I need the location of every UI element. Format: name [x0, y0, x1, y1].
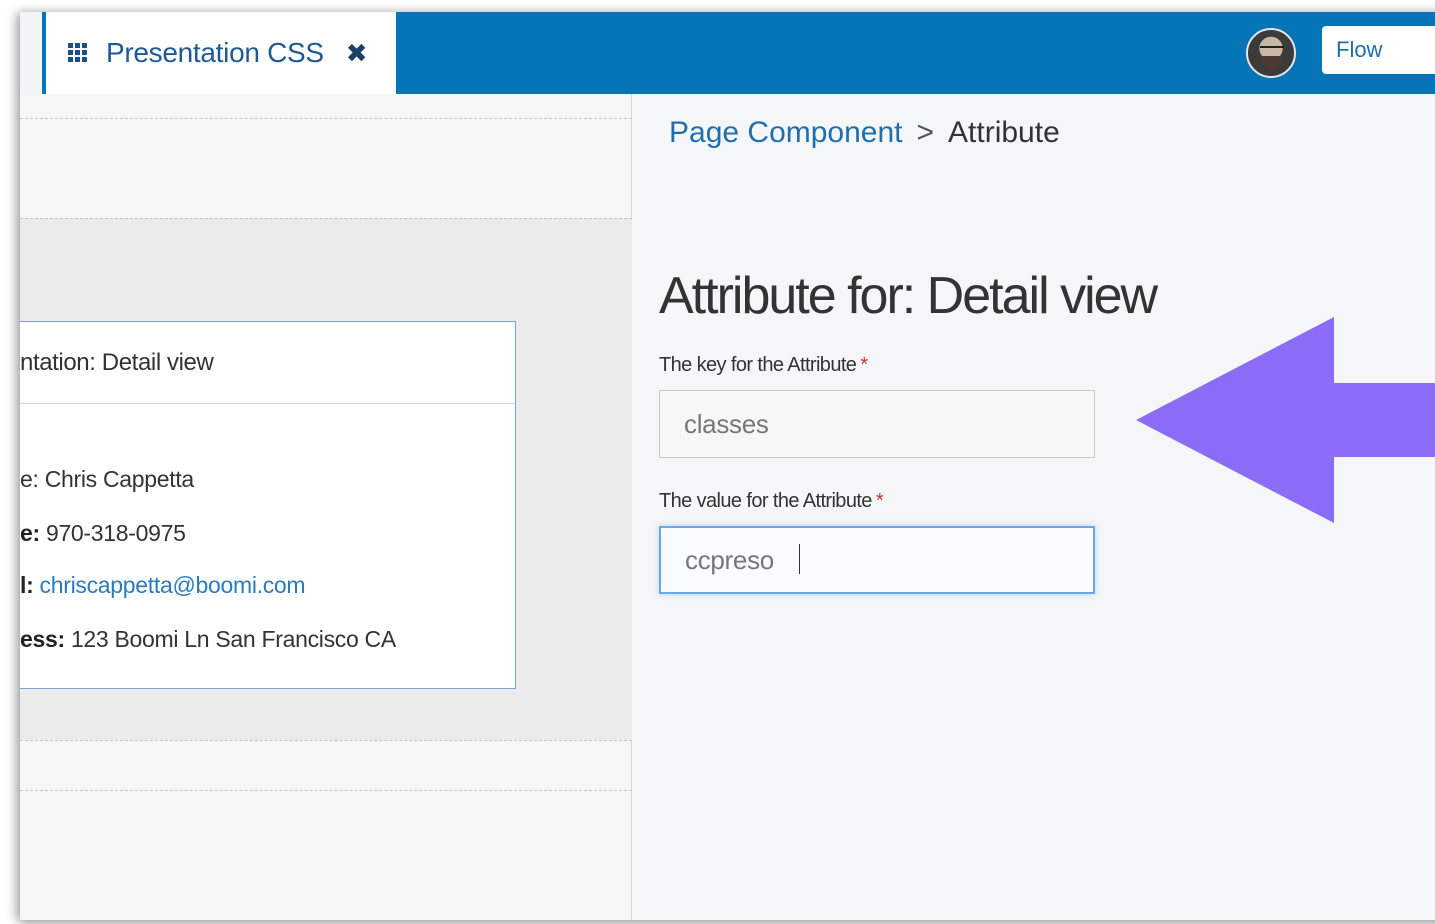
attribute-value-input[interactable] [659, 526, 1095, 594]
page-title: Attribute for: Detail view [659, 267, 1158, 325]
email-link[interactable]: chriscappetta@boomi.com [40, 572, 306, 598]
value-field-label: The value for the Attribute * [659, 490, 884, 512]
grid-icon [68, 43, 90, 63]
text-caret [799, 544, 800, 574]
card-row-email: l: chriscappetta@boomi.com [20, 572, 306, 598]
key-field-label: The key for the Attribute * [659, 354, 868, 376]
arrow-left-icon [1136, 317, 1435, 523]
close-icon[interactable]: ✖ [346, 38, 368, 69]
tab-presentation-css[interactable]: Presentation CSS ✖ [44, 12, 396, 94]
divider [20, 790, 632, 791]
card-row-phone: e: 970-318-0975 [20, 520, 186, 546]
breadcrumb-page-component[interactable]: Page Component [669, 116, 903, 149]
avatar[interactable] [1246, 28, 1296, 78]
card-row-address: ess: 123 Boomi Ln San Francisco CA [20, 626, 396, 652]
attribute-key-input[interactable] [659, 390, 1095, 458]
canvas-panel: ntation: Detail view e: Chris Cappetta e… [20, 94, 632, 920]
card-title: ntation: Detail view [20, 322, 515, 404]
detail-view-card[interactable]: ntation: Detail view e: Chris Cappetta e… [20, 321, 516, 689]
tab-edge [20, 12, 42, 94]
tab-title: Presentation CSS [106, 37, 324, 68]
divider [20, 118, 632, 119]
breadcrumb-separator: > [916, 116, 935, 149]
divider [20, 740, 632, 741]
card-row-name: e: Chris Cappetta [20, 466, 194, 492]
top-bar: Presentation CSS ✖ Flow [20, 12, 1435, 94]
divider [20, 218, 632, 219]
breadcrumb-current: Attribute [948, 116, 1060, 149]
flow-select[interactable]: Flow [1322, 26, 1435, 74]
breadcrumb: Page Component > Attribute [669, 116, 1060, 150]
flow-select-value: Flow [1336, 37, 1383, 62]
